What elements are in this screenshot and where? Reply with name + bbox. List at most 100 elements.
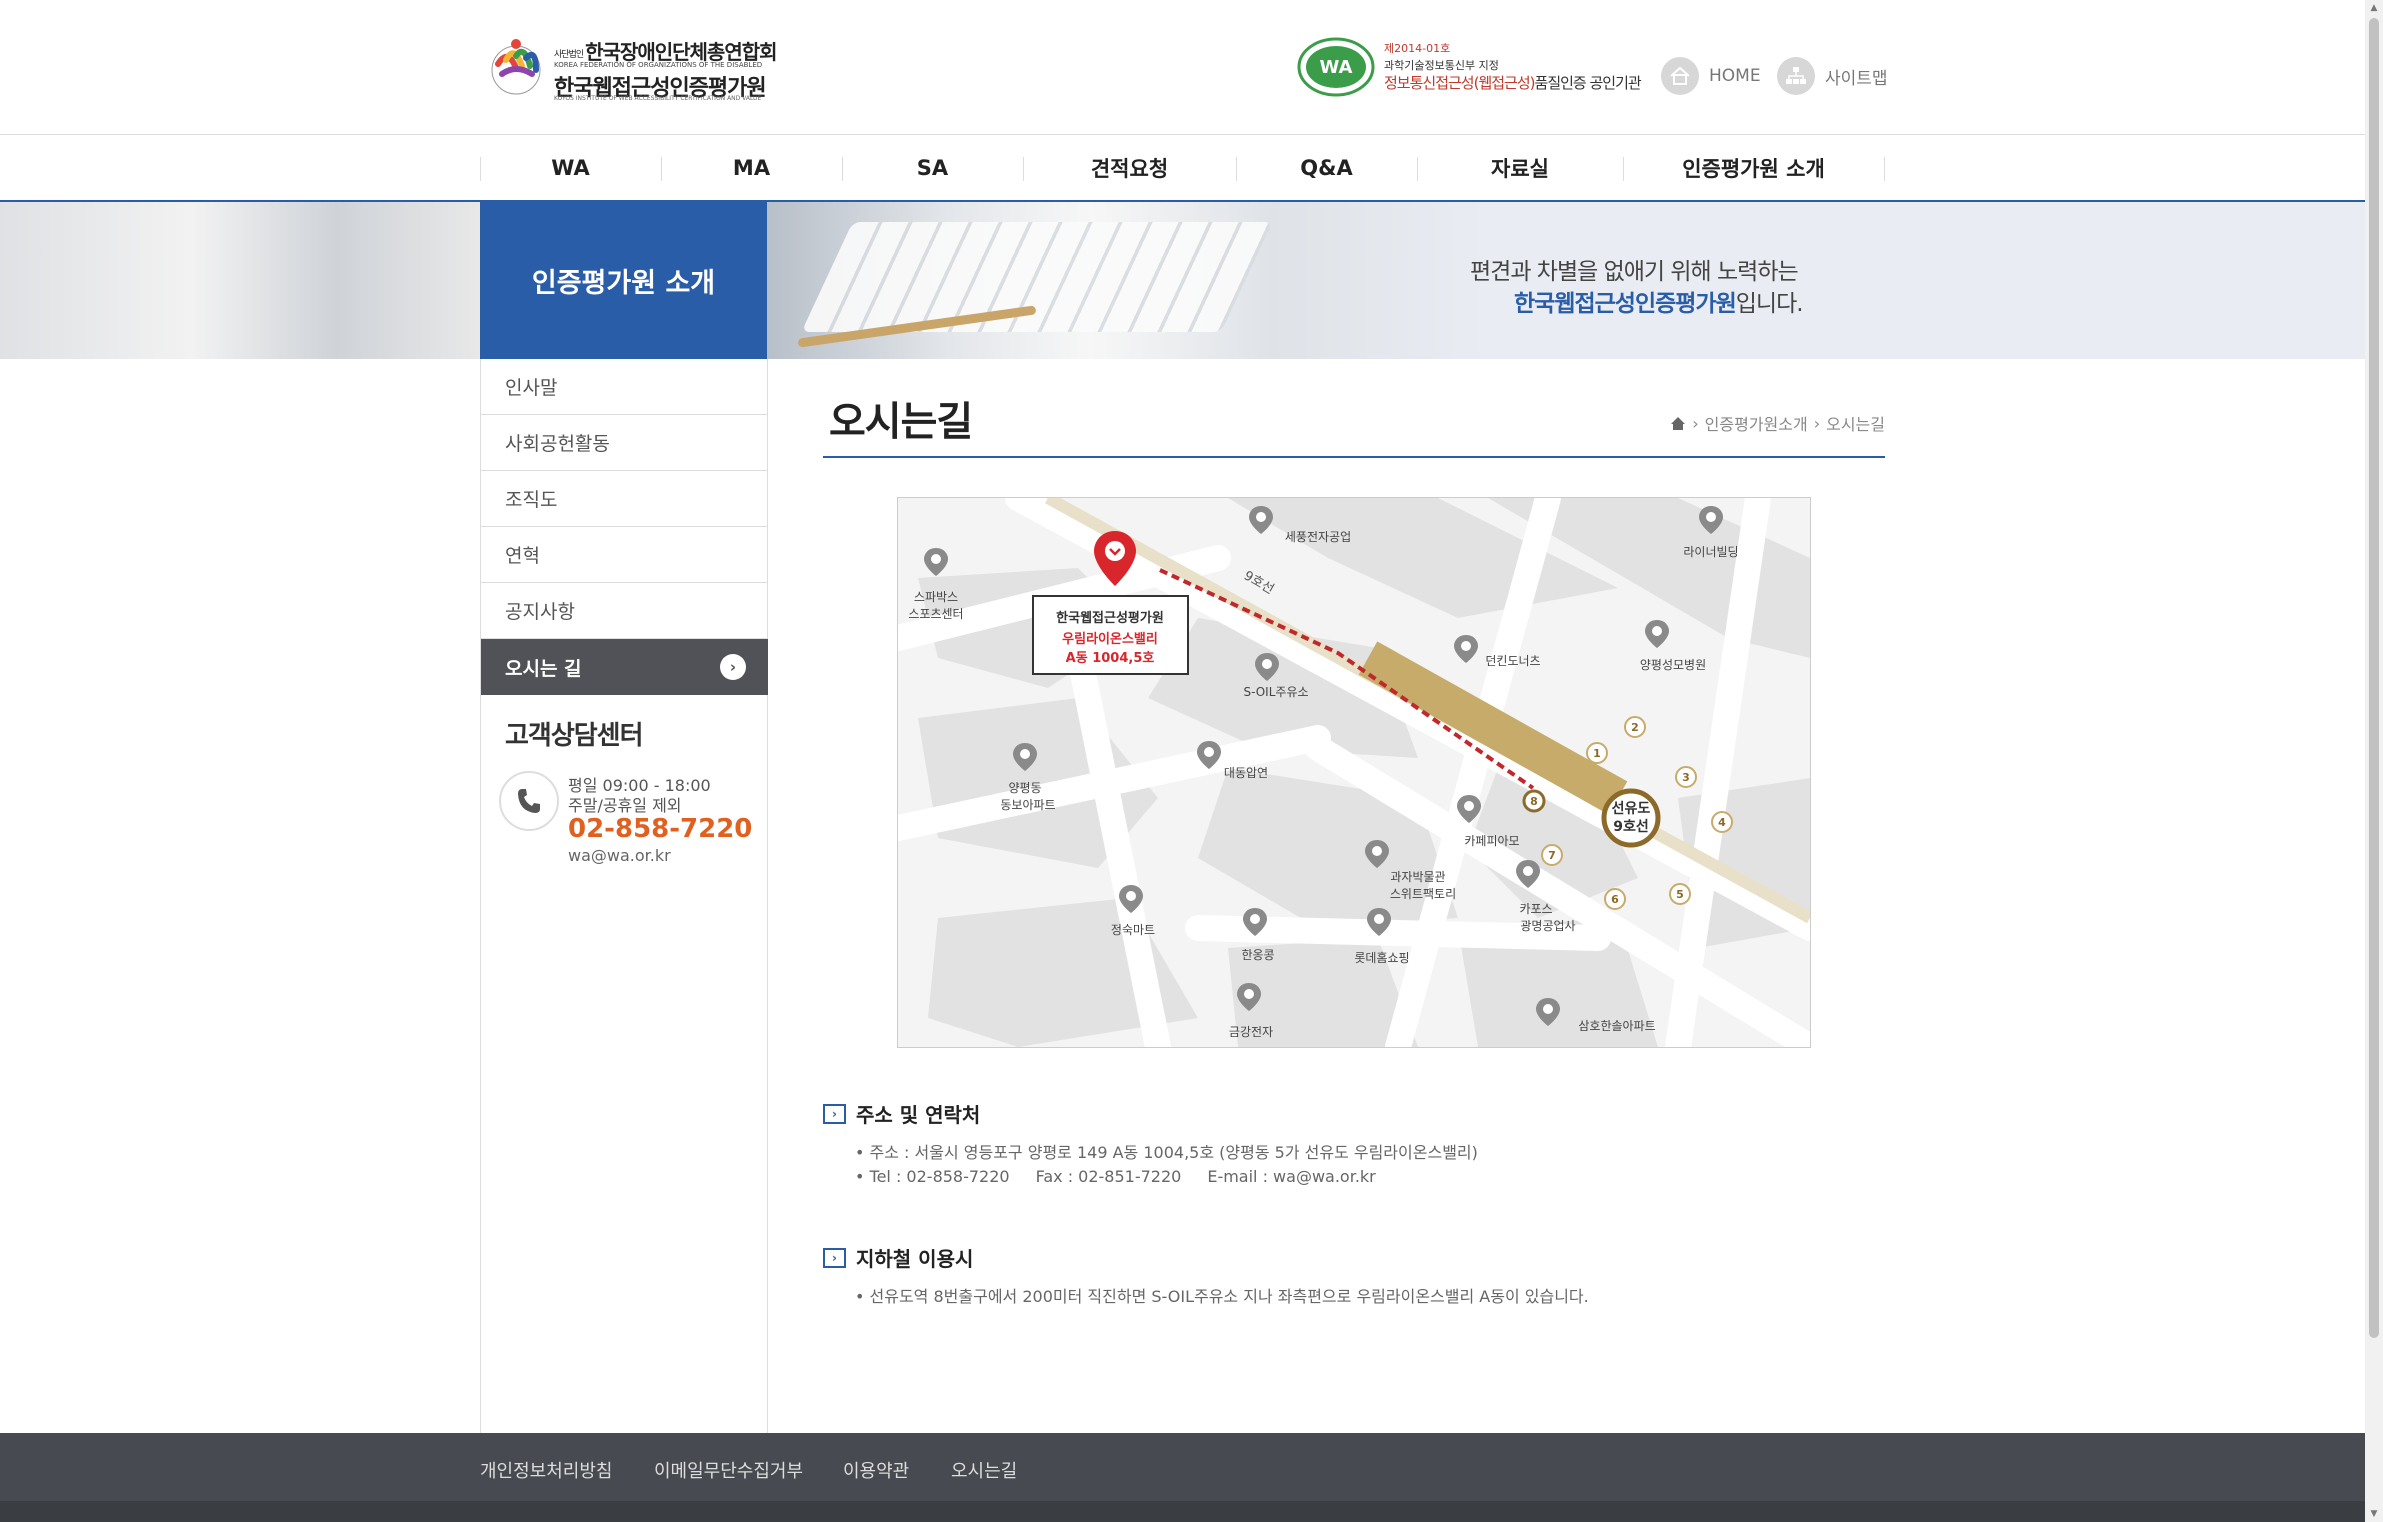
site-header: 사단법인 한국장애인단체총연합회 KOREA FEDERATION OF ORGA… — [0, 0, 2365, 135]
home-label: HOME — [1709, 66, 1761, 86]
svg-text:양평동: 양평동 — [1008, 781, 1041, 795]
subway-station-marker: 선유도 9호선 — [1601, 788, 1661, 848]
scroll-up-icon[interactable]: ▲ — [2365, 0, 2383, 16]
svg-text:정숙마트: 정숙마트 — [1111, 923, 1155, 937]
customer-center-title: 고객상담센터 — [505, 721, 644, 751]
banner-section-title: 인증평가원 소개 — [480, 202, 767, 359]
main-navigation: WA MA SA 견적요청 Q&A 자료실 인증평가원 소개 — [0, 134, 2365, 202]
station-line: 9호선 — [1613, 819, 1649, 835]
svg-text:1: 1 — [1593, 747, 1601, 760]
svg-text:3: 3 — [1682, 771, 1690, 784]
logo-institute-en: KOYOS INSTITUTE OF WEB ACCESSIBILITY CER… — [554, 95, 762, 102]
svg-text:과자박물관: 과자박물관 — [1390, 870, 1445, 884]
gnb-item-resources[interactable]: 자료실 — [1417, 135, 1623, 201]
contact-tel: • Tel : 02-858-7220 — [855, 1167, 1010, 1186]
svg-text:동보아파트: 동보아파트 — [1000, 798, 1055, 812]
title-divider — [823, 456, 1885, 458]
footer-link-email-refusal[interactable]: 이메일무단수집거부 — [654, 1457, 803, 1483]
breadcrumb-separator: › — [1813, 413, 1821, 433]
subway-section-title: 지하철 이용시 — [856, 1247, 974, 1271]
svg-text:2: 2 — [1631, 721, 1639, 734]
svg-text:던킨도너츠: 던킨도너츠 — [1485, 654, 1540, 668]
wa-mark-icon: WA — [1297, 37, 1375, 97]
page-scrollbar[interactable]: ▲ ▼ — [2365, 0, 2383, 1522]
office-name: 한국웹접근성평가원 — [1056, 610, 1164, 626]
cert-number: 제2014-01호 — [1384, 42, 1451, 55]
gnb-item-wa[interactable]: WA — [480, 135, 661, 201]
svg-text:삼호한솔아파트: 삼호한솔아파트 — [1578, 1019, 1655, 1033]
svg-text:한옹콩: 한옹콩 — [1241, 948, 1274, 962]
banner-slogan-line1: 편견과 차별을 없애기 위해 노력하는 — [1470, 259, 1799, 285]
side-item-directions-label: 오시는 길 — [505, 657, 582, 680]
side-item-directions[interactable]: 오시는 길 › — [481, 639, 768, 695]
gnb-item-ma[interactable]: MA — [661, 135, 842, 201]
gnb-item-qna[interactable]: Q&A — [1236, 135, 1417, 201]
certification-badge: WA 제2014-01호 과학기술정보통신부 지정 정보통신접근성(웹접근성)품… — [1296, 36, 1646, 98]
breadcrumb-item-about[interactable]: 인증평가원소개 — [1705, 411, 1808, 435]
footer-link-privacy[interactable]: 개인정보처리방침 — [480, 1457, 612, 1483]
station-name: 선유도 — [1612, 801, 1651, 817]
gnb-item-sa[interactable]: SA — [842, 135, 1023, 201]
chevron-right-icon: › — [720, 654, 746, 680]
location-map: 9호선 선유도 9호선 1 2 3 4 5 6 7 8 한국웹접근성평가원 우림… — [897, 497, 1811, 1048]
contact-email: E-mail : wa@wa.or.kr — [1207, 1167, 1376, 1186]
subway-directions-text: • 선유도역 8번출구에서 200미터 직진하면 S-OIL주유소 지나 좌측편… — [855, 1287, 1589, 1306]
side-item-notice[interactable]: 공지사항 — [481, 583, 768, 639]
footer-link-directions[interactable]: 오시는길 — [951, 1457, 1017, 1483]
banner-background — [0, 202, 480, 359]
office-building: 우림라이온스밸리 — [1062, 631, 1158, 647]
side-item-greeting[interactable]: 인사말 — [481, 359, 768, 415]
cs-hours-weekend: 주말/공휴일 제외 — [568, 796, 682, 815]
keyboard-illustration — [801, 222, 1273, 332]
office-unit: A동 1004,5호 — [1066, 651, 1155, 666]
address-section-heading: › 주소 및 연락처 — [823, 1099, 980, 1128]
main-content: 오시는길 › 인증평가원소개 › 오시는길 9호선 선유도 9호선 1 2 3 … — [823, 359, 1885, 1433]
home-icon — [1661, 57, 1699, 95]
gnb-item-estimate[interactable]: 견적요청 — [1023, 135, 1236, 201]
svg-text:5: 5 — [1676, 888, 1684, 901]
sitemap-icon — [1777, 57, 1815, 95]
wa-mark-text: WA — [1320, 57, 1353, 78]
svg-text:7: 7 — [1548, 849, 1556, 862]
scrollbar-thumb[interactable] — [2369, 18, 2379, 1338]
page-title: 오시는길 — [829, 399, 973, 445]
svg-text:스포츠센터: 스포츠센터 — [908, 607, 963, 621]
side-item-social-activities[interactable]: 사회공헌활동 — [481, 415, 768, 471]
side-navigation: 인사말 사회공헌활동 조직도 연혁 공지사항 오시는 길 › 고객상담센터 평일… — [480, 359, 768, 1433]
logo-mark-icon — [491, 39, 541, 95]
svg-text:금강전자: 금강전자 — [1229, 1025, 1273, 1039]
svg-text:4: 4 — [1718, 816, 1726, 829]
cs-email: wa@wa.or.kr — [568, 846, 671, 865]
chevron-right-icon: › — [823, 1247, 846, 1268]
side-item-history[interactable]: 연혁 — [481, 527, 768, 583]
footer-link-terms[interactable]: 이용약관 — [843, 1457, 909, 1483]
svg-text:카포스: 카포스 — [1519, 902, 1552, 916]
home-icon[interactable] — [1670, 416, 1686, 431]
cs-phone-number: 02-858-7220 — [568, 814, 753, 844]
cert-title: 정보통신접근성(웹접근성)품질인증 공인기관 — [1384, 74, 1642, 92]
gnb-item-about[interactable]: 인증평가원 소개 — [1623, 135, 1884, 201]
breadcrumb: › 인증평가원소개 › 오시는길 — [1670, 411, 1885, 435]
svg-text:카페피아모: 카페피아모 — [1464, 834, 1519, 848]
svg-text:스파박스: 스파박스 — [914, 590, 958, 604]
side-item-organization[interactable]: 조직도 — [481, 471, 768, 527]
banner-keyboard-photo — [767, 202, 1487, 359]
site-logo[interactable]: 사단법인 한국장애인단체총연합회 KOREA FEDERATION OF ORGA… — [484, 34, 778, 102]
sitemap-link[interactable]: 사이트맵 — [1777, 56, 1888, 96]
svg-text:스위트팩토리: 스위트팩토리 — [1390, 887, 1456, 901]
cert-authority: 과학기술정보통신부 지정 — [1384, 59, 1499, 72]
svg-text:세풍전자공업: 세풍전자공업 — [1285, 530, 1351, 544]
logo-org-en: KOREA FEDERATION OF ORGANIZATIONS OF THE… — [554, 61, 763, 69]
scroll-down-icon[interactable]: ▼ — [2365, 1506, 2383, 1522]
gnb-separator — [1884, 157, 1885, 181]
sub-visual-banner: 인증평가원 소개 편견과 차별을 없애기 위해 노력하는 한국웹접근성인증평가원… — [0, 202, 2365, 359]
breadcrumb-item-current: 오시는길 — [1826, 415, 1885, 434]
phone-icon — [499, 771, 559, 831]
home-link[interactable]: HOME — [1661, 56, 1761, 96]
address-text: • 주소 : 서울시 영등포구 양평로 149 A동 1004,5호 (양평동 … — [855, 1143, 1478, 1162]
banner-slogan-line2: 한국웹접근성인증평가원입니다. — [1514, 291, 1804, 317]
svg-text:S-OIL주유소: S-OIL주유소 — [1243, 685, 1308, 699]
chevron-right-icon: › — [823, 1103, 846, 1124]
sitemap-label: 사이트맵 — [1825, 68, 1888, 89]
contact-fax: Fax : 02-851-7220 — [1035, 1167, 1182, 1186]
